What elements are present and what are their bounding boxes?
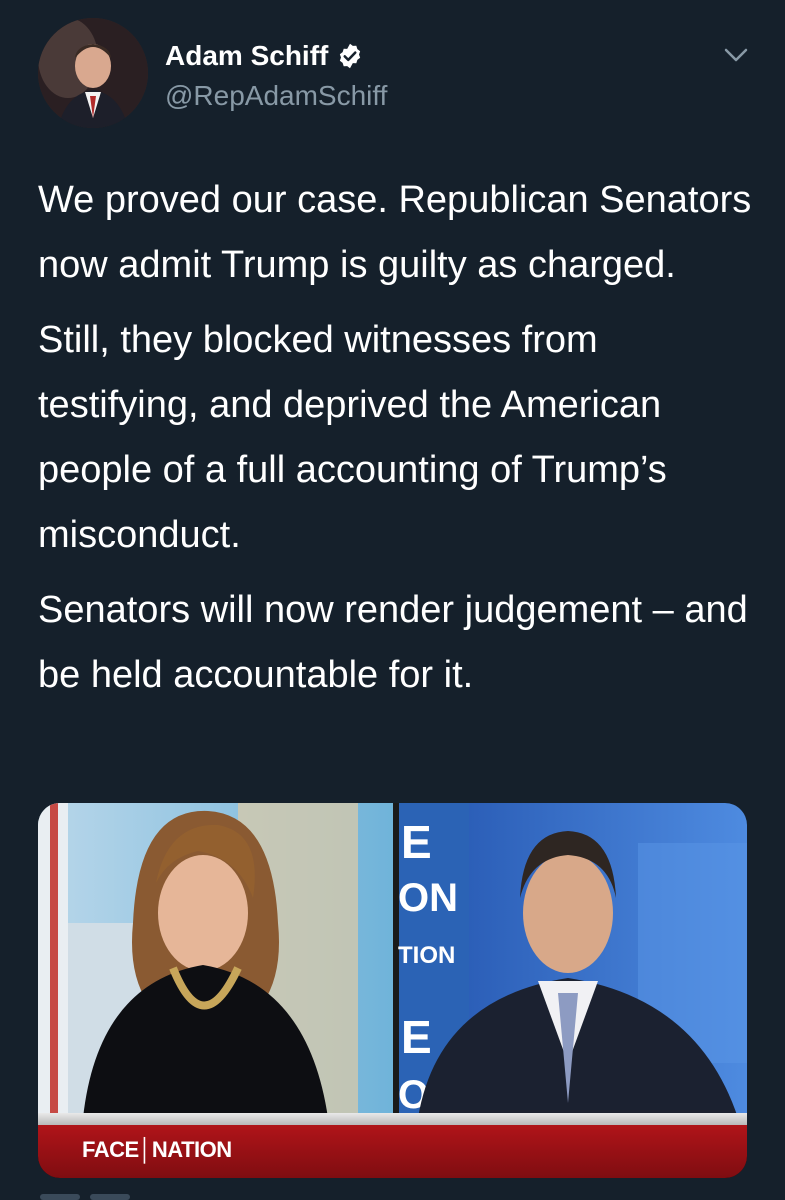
backdrop-text: TION [398, 942, 455, 969]
lower-third-top [38, 1113, 747, 1125]
tweet-paragraph: Senators will now render judgement – and… [38, 589, 748, 696]
verified-badge-icon [340, 43, 361, 69]
author-name-row: Adam Schiff [165, 40, 364, 72]
backdrop-text: ON [398, 876, 458, 920]
backdrop-text: E [401, 1011, 432, 1063]
tweet-paragraph: We proved our case. Republican Senators … [38, 179, 752, 286]
avatar-image [38, 18, 148, 128]
show-label: FACE│NATION [82, 1137, 232, 1162]
tweet-media[interactable]: E ON TION E O FACE│NATION [38, 803, 747, 1178]
author-handle[interactable]: @RepAdamSchiff [165, 80, 387, 112]
chevron-down-icon[interactable] [722, 44, 750, 66]
tweet-paragraph: Still, they blocked witnesses from testi… [38, 319, 667, 556]
author-display-name[interactable]: Adam Schiff [165, 40, 328, 72]
truncated-footer [40, 1194, 130, 1200]
avatar[interactable] [38, 18, 148, 128]
tweet-text: We proved our case. Republican Senators … [38, 168, 758, 718]
backdrop-text: E [401, 816, 432, 868]
